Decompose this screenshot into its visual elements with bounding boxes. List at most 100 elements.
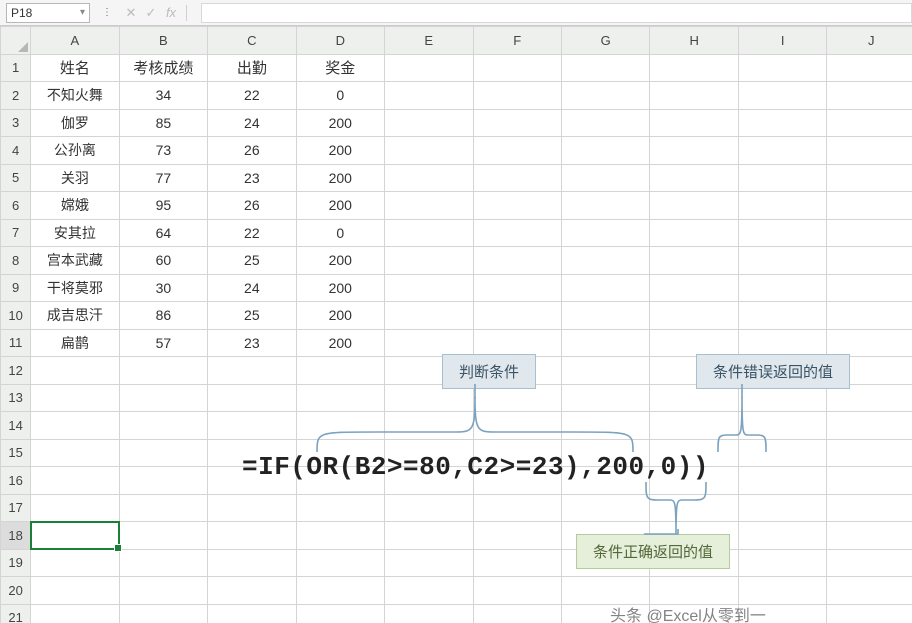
cell[interactable]: 22 xyxy=(208,219,296,247)
cell[interactable] xyxy=(296,549,384,577)
cell[interactable] xyxy=(31,412,119,440)
cell[interactable]: 扁鹊 xyxy=(31,329,119,357)
cell[interactable] xyxy=(296,384,384,412)
cell[interactable] xyxy=(827,329,912,357)
cell[interactable] xyxy=(385,522,473,550)
cell[interactable] xyxy=(827,302,912,330)
cell[interactable]: 姓名 xyxy=(31,54,119,82)
cell[interactable] xyxy=(119,549,207,577)
row-header[interactable]: 21 xyxy=(1,604,31,623)
cell[interactable] xyxy=(208,357,296,385)
cell[interactable]: 安其拉 xyxy=(31,219,119,247)
cell[interactable] xyxy=(827,522,912,550)
cell[interactable] xyxy=(119,494,207,522)
row-header[interactable]: 16 xyxy=(1,467,31,495)
cell[interactable] xyxy=(385,302,473,330)
cell[interactable] xyxy=(738,192,826,220)
column-header[interactable]: E xyxy=(385,27,473,55)
cell[interactable] xyxy=(650,302,738,330)
row-header[interactable]: 19 xyxy=(1,549,31,577)
cell[interactable] xyxy=(561,274,649,302)
cell[interactable] xyxy=(119,357,207,385)
cell[interactable] xyxy=(738,549,826,577)
cell[interactable] xyxy=(208,604,296,623)
cell[interactable] xyxy=(738,329,826,357)
cell[interactable]: 57 xyxy=(119,329,207,357)
cell[interactable] xyxy=(738,467,826,495)
cell[interactable] xyxy=(296,439,384,467)
cell[interactable] xyxy=(827,137,912,165)
cell[interactable] xyxy=(31,439,119,467)
cell[interactable] xyxy=(385,219,473,247)
cell[interactable]: 0 xyxy=(296,219,384,247)
cell[interactable] xyxy=(561,82,649,110)
row-header[interactable]: 1 xyxy=(1,54,31,82)
row-header[interactable]: 12 xyxy=(1,357,31,385)
cell[interactable] xyxy=(650,467,738,495)
row-header[interactable]: 15 xyxy=(1,439,31,467)
row-header[interactable]: 8 xyxy=(1,247,31,275)
name-box[interactable]: P18 ▾ xyxy=(6,3,90,23)
cell[interactable] xyxy=(650,439,738,467)
cell[interactable] xyxy=(119,467,207,495)
cell[interactable] xyxy=(827,219,912,247)
cell[interactable] xyxy=(208,522,296,550)
row-header[interactable]: 9 xyxy=(1,274,31,302)
cell[interactable] xyxy=(827,247,912,275)
cell[interactable]: 不知火舞 xyxy=(31,82,119,110)
cell[interactable] xyxy=(738,302,826,330)
cell[interactable]: 200 xyxy=(296,164,384,192)
cell[interactable] xyxy=(473,467,561,495)
cell[interactable] xyxy=(385,412,473,440)
cell[interactable] xyxy=(473,494,561,522)
cell[interactable]: 77 xyxy=(119,164,207,192)
cell[interactable] xyxy=(119,384,207,412)
cell[interactable] xyxy=(473,302,561,330)
cell[interactable]: 200 xyxy=(296,329,384,357)
cell[interactable] xyxy=(119,412,207,440)
row-header[interactable]: 20 xyxy=(1,577,31,605)
cell[interactable] xyxy=(827,82,912,110)
name-box-expand-icon[interactable]: ⋮ xyxy=(102,7,112,18)
row-header[interactable]: 14 xyxy=(1,412,31,440)
cell[interactable] xyxy=(827,467,912,495)
column-header[interactable]: J xyxy=(827,27,912,55)
cell[interactable] xyxy=(827,192,912,220)
cell[interactable]: 73 xyxy=(119,137,207,165)
cell[interactable] xyxy=(385,247,473,275)
cell[interactable] xyxy=(561,384,649,412)
row-header[interactable]: 3 xyxy=(1,109,31,137)
cell[interactable] xyxy=(561,439,649,467)
column-header[interactable]: I xyxy=(738,27,826,55)
cell[interactable] xyxy=(561,412,649,440)
cell[interactable]: 200 xyxy=(296,192,384,220)
cell[interactable] xyxy=(208,549,296,577)
cell[interactable] xyxy=(296,494,384,522)
cell[interactable]: 25 xyxy=(208,302,296,330)
cell[interactable] xyxy=(738,109,826,137)
column-header[interactable]: H xyxy=(650,27,738,55)
cell[interactable] xyxy=(827,164,912,192)
cell[interactable] xyxy=(738,604,826,623)
cell[interactable] xyxy=(650,109,738,137)
cell[interactable] xyxy=(650,412,738,440)
cell[interactable]: 200 xyxy=(296,302,384,330)
cell[interactable] xyxy=(31,494,119,522)
cell[interactable] xyxy=(827,54,912,82)
cell[interactable] xyxy=(561,302,649,330)
column-header[interactable]: F xyxy=(473,27,561,55)
column-header[interactable]: C xyxy=(208,27,296,55)
cell[interactable] xyxy=(31,357,119,385)
cell[interactable] xyxy=(827,604,912,623)
row-header[interactable]: 2 xyxy=(1,82,31,110)
cell[interactable] xyxy=(561,467,649,495)
cell[interactable] xyxy=(473,137,561,165)
cell[interactable] xyxy=(385,467,473,495)
cell[interactable] xyxy=(473,522,561,550)
cell[interactable]: 200 xyxy=(296,109,384,137)
cell[interactable] xyxy=(738,439,826,467)
cell[interactable] xyxy=(650,247,738,275)
cell[interactable]: 25 xyxy=(208,247,296,275)
cell[interactable] xyxy=(119,522,207,550)
cell[interactable] xyxy=(119,439,207,467)
